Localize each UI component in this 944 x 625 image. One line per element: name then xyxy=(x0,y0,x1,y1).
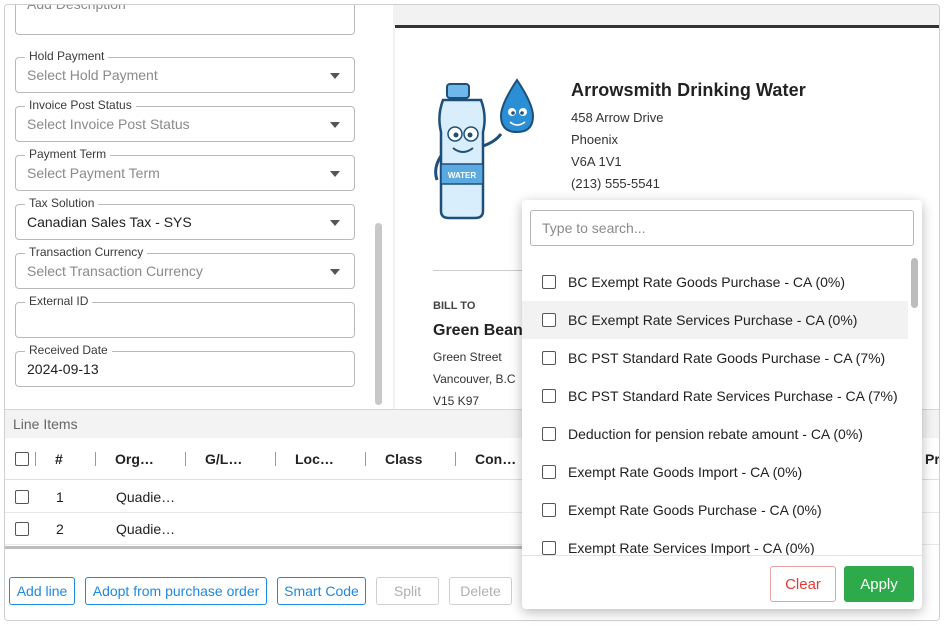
hold-payment-placeholder: Select Hold Payment xyxy=(27,67,158,83)
option-checkbox[interactable] xyxy=(542,503,556,517)
list-item[interactable]: BC PST Standard Rate Goods Purchase - CA… xyxy=(522,339,908,377)
invoice-post-status-label: Invoice Post Status xyxy=(25,98,136,112)
transaction-currency-label: Transaction Currency xyxy=(25,245,148,259)
description-placeholder: Add Description xyxy=(27,5,126,13)
tax-solution-value: Canadian Sales Tax - SYS xyxy=(27,214,192,230)
select-all-checkbox[interactable] xyxy=(15,438,29,479)
invoice-post-status-select[interactable]: Invoice Post Status Select Invoice Post … xyxy=(15,98,355,142)
column-header-price[interactable]: Pr xyxy=(925,438,939,479)
delete-button[interactable]: Delete xyxy=(449,577,512,605)
column-header-contract[interactable]: Con… xyxy=(475,438,516,479)
invoice-form-panel: Add Description Hold Payment Select Hold… xyxy=(5,5,389,409)
bill-to-line: Vancouver, B.C xyxy=(433,372,516,386)
tax-solution-select[interactable]: Tax Solution Canadian Sales Tax - SYS xyxy=(15,196,355,240)
list-item[interactable]: Exempt Rate Goods Import - CA (0%) xyxy=(522,453,908,491)
option-label: Exempt Rate Services Import - CA (0%) xyxy=(568,540,815,555)
split-button[interactable]: Split xyxy=(376,577,439,605)
list-item[interactable]: BC Exempt Rate Goods Purchase - CA (0%) xyxy=(522,263,908,301)
option-label: BC Exempt Rate Services Purchase - CA (0… xyxy=(568,312,858,328)
payment-term-placeholder: Select Payment Term xyxy=(27,165,160,181)
row-number: 1 xyxy=(56,488,64,505)
caret-down-icon[interactable] xyxy=(330,220,340,226)
external-id-field[interactable]: External ID xyxy=(15,294,355,338)
bill-to-line: Green Street xyxy=(433,350,502,364)
list-item[interactable]: Exempt Rate Goods Purchase - CA (0%) xyxy=(522,491,908,529)
bill-to-address: Green Street Vancouver, B.C V15 K97 xyxy=(433,346,523,409)
option-label: BC PST Standard Rate Goods Purchase - CA… xyxy=(568,350,886,366)
option-label: Exempt Rate Goods Purchase - CA (0%) xyxy=(568,502,822,518)
company-name: Arrowsmith Drinking Water xyxy=(571,80,806,100)
received-date-value: 2024-09-13 xyxy=(27,361,99,377)
add-line-button[interactable]: Add line xyxy=(9,577,75,605)
option-label: Deduction for pension rebate amount - CA… xyxy=(568,426,863,442)
caret-down-icon[interactable] xyxy=(330,269,340,275)
list-item[interactable]: Exempt Rate Services Import - CA (0%) xyxy=(522,529,908,555)
search-input[interactable] xyxy=(530,210,914,246)
option-checkbox[interactable] xyxy=(542,275,556,289)
clear-button[interactable]: Clear xyxy=(770,566,836,602)
hold-payment-select[interactable]: Hold Payment Select Hold Payment xyxy=(15,49,355,93)
column-header-org[interactable]: Org… xyxy=(115,438,154,479)
bill-to-line: V15 K97 xyxy=(433,394,480,408)
received-date-field[interactable]: Received Date 2024-09-13 xyxy=(15,343,355,387)
transaction-currency-placeholder: Select Transaction Currency xyxy=(27,263,203,279)
column-header-location[interactable]: Loc… xyxy=(295,438,334,479)
option-label: BC Exempt Rate Goods Purchase - CA (0%) xyxy=(568,274,845,290)
bill-to-label: BILL TO xyxy=(433,300,476,312)
list-item[interactable]: BC Exempt Rate Services Purchase - CA (0… xyxy=(522,301,908,339)
row-org[interactable]: Quadie… xyxy=(116,481,175,512)
logo-text: WATER xyxy=(448,171,477,180)
caret-down-icon[interactable] xyxy=(330,122,340,128)
option-checkbox[interactable] xyxy=(542,351,556,365)
smart-code-button[interactable]: Smart Code xyxy=(277,577,366,605)
option-label: Exempt Rate Goods Import - CA (0%) xyxy=(568,464,803,480)
caret-down-icon[interactable] xyxy=(330,73,340,79)
payment-term-select[interactable]: Payment Term Select Payment Term xyxy=(15,147,355,191)
list-item[interactable]: BC PST Standard Rate Services Purchase -… xyxy=(522,377,908,415)
row-checkbox[interactable] xyxy=(15,481,29,512)
received-date-label: Received Date xyxy=(25,343,112,357)
column-header-gl[interactable]: G/L… xyxy=(205,438,242,479)
option-checkbox[interactable] xyxy=(542,389,556,403)
dropdown-footer: Clear Apply xyxy=(522,555,922,609)
apply-button[interactable]: Apply xyxy=(844,566,914,602)
adopt-from-po-button[interactable]: Adopt from purchase order xyxy=(85,577,267,605)
phone-line: (213) 555-5541 xyxy=(571,176,660,191)
row-number: 2 xyxy=(56,520,64,537)
option-label: BC PST Standard Rate Services Purchase -… xyxy=(568,388,898,404)
tax-solution-label: Tax Solution xyxy=(25,196,99,210)
option-checkbox[interactable] xyxy=(542,313,556,327)
caret-down-icon[interactable] xyxy=(330,171,340,177)
dropdown-scrollbar[interactable] xyxy=(911,258,918,308)
column-header-number[interactable]: # xyxy=(55,438,63,479)
tax-code-dropdown: BC Exempt Rate Goods Purchase - CA (0%) … xyxy=(522,200,922,609)
bill-to-name: Green Bean xyxy=(433,322,523,339)
hold-payment-label: Hold Payment xyxy=(25,49,109,63)
option-checkbox[interactable] xyxy=(542,465,556,479)
form-scrollbar[interactable] xyxy=(375,223,382,405)
external-id-label: External ID xyxy=(25,294,93,308)
company-block: Arrowsmith Drinking Water 458 Arrow Driv… xyxy=(571,80,806,217)
address-line: 458 Arrow Drive xyxy=(571,110,664,125)
payment-term-label: Payment Term xyxy=(25,147,111,161)
address-line: V6A 1V1 xyxy=(571,154,622,169)
row-org[interactable]: Quadie… xyxy=(116,513,175,544)
description-field[interactable]: Add Description xyxy=(15,5,355,35)
option-checkbox[interactable] xyxy=(542,541,556,555)
transaction-currency-select[interactable]: Transaction Currency Select Transaction … xyxy=(15,245,355,289)
bill-to-block: BILL TO Green Bean Green Street Vancouve… xyxy=(433,300,523,409)
invoice-post-status-placeholder: Select Invoice Post Status xyxy=(27,116,190,132)
option-list: BC Exempt Rate Goods Purchase - CA (0%) … xyxy=(522,263,908,555)
option-checkbox[interactable] xyxy=(542,427,556,441)
column-header-class[interactable]: Class xyxy=(385,438,422,479)
list-item[interactable]: Deduction for pension rebate amount - CA… xyxy=(522,415,908,453)
row-checkbox[interactable] xyxy=(15,513,29,544)
address-line: Phoenix xyxy=(571,132,618,147)
